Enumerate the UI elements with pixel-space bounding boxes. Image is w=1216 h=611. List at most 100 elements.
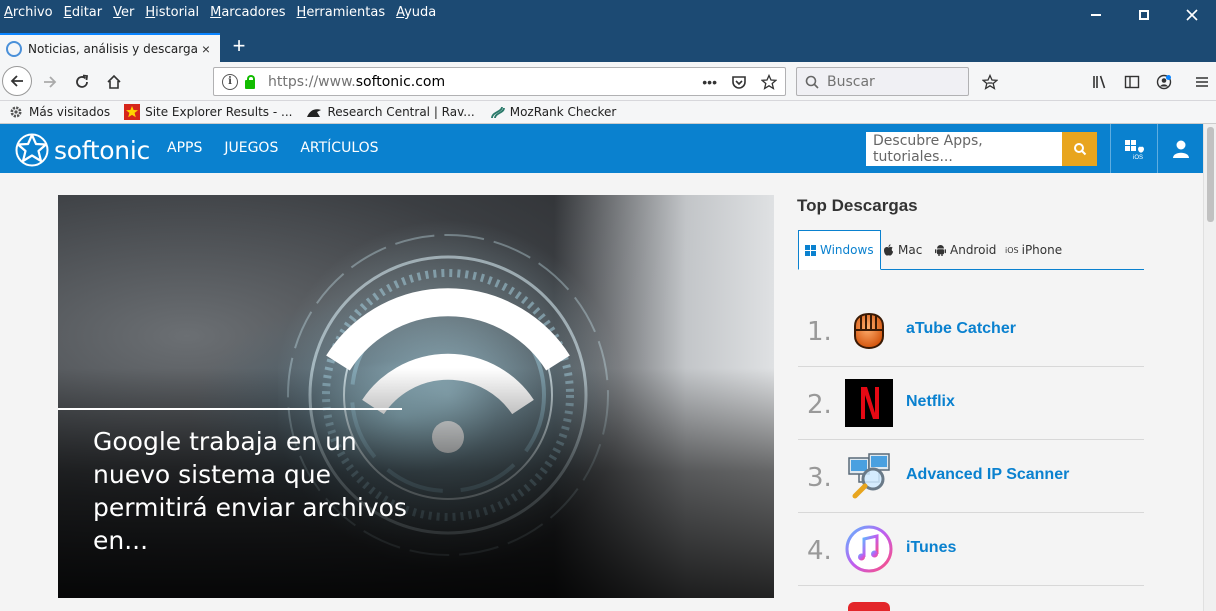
tab-label: Android — [950, 243, 997, 257]
itunes-icon — [845, 525, 893, 573]
list-item[interactable]: 1. aTube Catcher — [798, 294, 1144, 367]
tab-close-button[interactable]: × — [198, 41, 214, 57]
page-viewport: softonic APPS JUEGOS ARTÍCULOS Descubre … — [0, 124, 1216, 611]
rank-number: 4. — [807, 536, 832, 566]
bookmark-label: Site Explorer Results - ... — [145, 105, 293, 119]
advanced-ip-scanner-icon — [848, 453, 890, 499]
page-actions-menu-icon[interactable]: ••• — [702, 74, 717, 90]
address-bar[interactable]: i https://www.softonic.com ••• — [213, 67, 786, 96]
minimize-icon — [1091, 14, 1101, 16]
library-button[interactable] — [1086, 68, 1114, 96]
site-header: softonic APPS JUEGOS ARTÍCULOS Descubre … — [0, 124, 1203, 173]
minimize-button[interactable] — [1072, 0, 1120, 30]
app-name[interactable]: iTunes — [906, 539, 956, 557]
featured-article[interactable]: Google trabaja en un nuevo sistema que p… — [58, 195, 774, 598]
os-label: iOS — [1133, 155, 1144, 161]
browser-titlebar: Archivo Editar Ver Historial Marcadores … — [0, 0, 1216, 62]
list-item[interactable]: 3. Advanced IP Scanner — [798, 440, 1144, 513]
bookmarks-toolbar: Más visitados Site Explorer Results - ..… — [0, 101, 1216, 124]
menu-ver[interactable]: Ver — [113, 5, 134, 20]
tab-android[interactable]: Android — [935, 230, 996, 270]
bookmark-mozrank-checker[interactable]: MozRank Checker — [489, 104, 617, 120]
lock-icon — [244, 74, 256, 89]
site-search-button[interactable] — [1062, 132, 1097, 166]
menu-historial[interactable]: Historial — [145, 5, 199, 20]
home-button[interactable] — [100, 68, 128, 96]
reload-button[interactable] — [68, 68, 96, 96]
nav-articulos[interactable]: ARTÍCULOS — [300, 140, 378, 156]
tab-iphone[interactable]: iOS iPhone — [1005, 230, 1062, 270]
app-name[interactable]: aTube Catcher — [906, 320, 1016, 338]
scrollbar-thumb[interactable] — [1207, 127, 1214, 222]
library-icon — [1093, 75, 1106, 89]
site-info-icon[interactable]: i — [222, 73, 238, 90]
close-icon — [1186, 9, 1198, 21]
browser-tab-active[interactable]: Noticias, análisis y descargas de × — [0, 33, 220, 62]
rank-number: 2. — [807, 390, 832, 420]
hamburger-menu-button[interactable] — [1188, 68, 1216, 96]
softonic-logo[interactable]: softonic — [14, 132, 150, 168]
android-icon — [935, 245, 946, 256]
tab-mac[interactable]: Mac — [883, 230, 922, 270]
menu-ayuda[interactable]: Ayuda — [396, 5, 436, 20]
atube-catcher-icon — [854, 312, 884, 350]
menu-editar[interactable]: Editar — [64, 5, 103, 20]
new-tab-button[interactable]: + — [228, 35, 250, 58]
sidebar-button[interactable] — [1118, 68, 1146, 96]
nav-juegos[interactable]: JUEGOS — [224, 140, 278, 156]
raven-icon — [306, 104, 322, 120]
tab-label: Mac — [898, 243, 923, 257]
app-name[interactable]: Netflix — [906, 393, 955, 411]
forward-button[interactable] — [36, 68, 64, 96]
bookmark-research-central[interactable]: Research Central | Rav... — [306, 104, 475, 120]
maximize-button[interactable] — [1120, 0, 1168, 30]
bookmark-label: MozRank Checker — [509, 105, 617, 119]
sidebar-icon — [1124, 75, 1140, 89]
url-text[interactable]: https://www.softonic.com — [268, 74, 702, 90]
close-window-button[interactable] — [1168, 0, 1216, 30]
next-app-icon-partial — [848, 602, 890, 611]
hero-article-title[interactable]: Google trabaja en un nuevo sistema que p… — [93, 425, 413, 557]
menu-archivo[interactable]: Archivo — [4, 5, 53, 20]
bookmark-star-icon[interactable] — [761, 73, 777, 90]
hero-accent-line — [58, 408, 402, 410]
bookmarks-star-button[interactable] — [976, 68, 1004, 96]
nav-apps[interactable]: APPS — [167, 140, 202, 156]
bookmark-mas-visitados[interactable]: Más visitados — [8, 104, 110, 120]
rank-number: 1. — [807, 317, 832, 347]
user-icon — [1172, 140, 1189, 158]
account-button[interactable] — [1150, 68, 1178, 96]
pocket-icon[interactable] — [731, 74, 747, 90]
windows-icon — [805, 244, 816, 256]
star-icon — [124, 104, 141, 120]
browser-search-placeholder: Buscar — [827, 73, 875, 90]
tab-windows[interactable]: Windows — [798, 230, 881, 270]
platform-selector-button[interactable]: iOS — [1111, 124, 1157, 173]
navigation-toolbar: i https://www.softonic.com ••• Buscar — [0, 62, 1216, 101]
browser-search-bar[interactable]: Buscar — [796, 67, 969, 96]
reload-icon — [76, 74, 89, 88]
url-host: softonic.com — [355, 73, 446, 90]
user-account-button[interactable] — [1158, 124, 1203, 173]
menu-herramientas[interactable]: Herramientas — [297, 5, 386, 20]
bookmark-site-explorer[interactable]: Site Explorer Results - ... — [124, 104, 292, 120]
account-icon — [1156, 74, 1172, 90]
hamburger-icon — [1196, 77, 1208, 87]
apple-icon — [884, 244, 893, 256]
moz-icon — [489, 104, 505, 120]
menu-marcadores[interactable]: Marcadores — [210, 5, 285, 20]
page-scrollbar[interactable] — [1203, 124, 1216, 611]
search-icon — [805, 75, 819, 89]
app-name[interactable]: Advanced IP Scanner — [906, 466, 1069, 484]
globe-favicon-icon — [6, 40, 22, 57]
site-search-input[interactable]: Descubre Apps, tutoriales... — [866, 132, 1062, 166]
ios-icon: iOS — [1005, 245, 1019, 255]
netflix-icon — [845, 379, 893, 427]
list-item[interactable]: 4. iTunes — [798, 513, 1144, 586]
gear-icon — [8, 104, 24, 120]
back-button[interactable] — [2, 66, 32, 96]
logo-wordmark: softonic — [54, 135, 150, 165]
back-arrow-icon — [10, 75, 23, 87]
list-item[interactable]: 2. Netflix — [798, 367, 1144, 440]
rank-number: 3. — [807, 463, 832, 493]
